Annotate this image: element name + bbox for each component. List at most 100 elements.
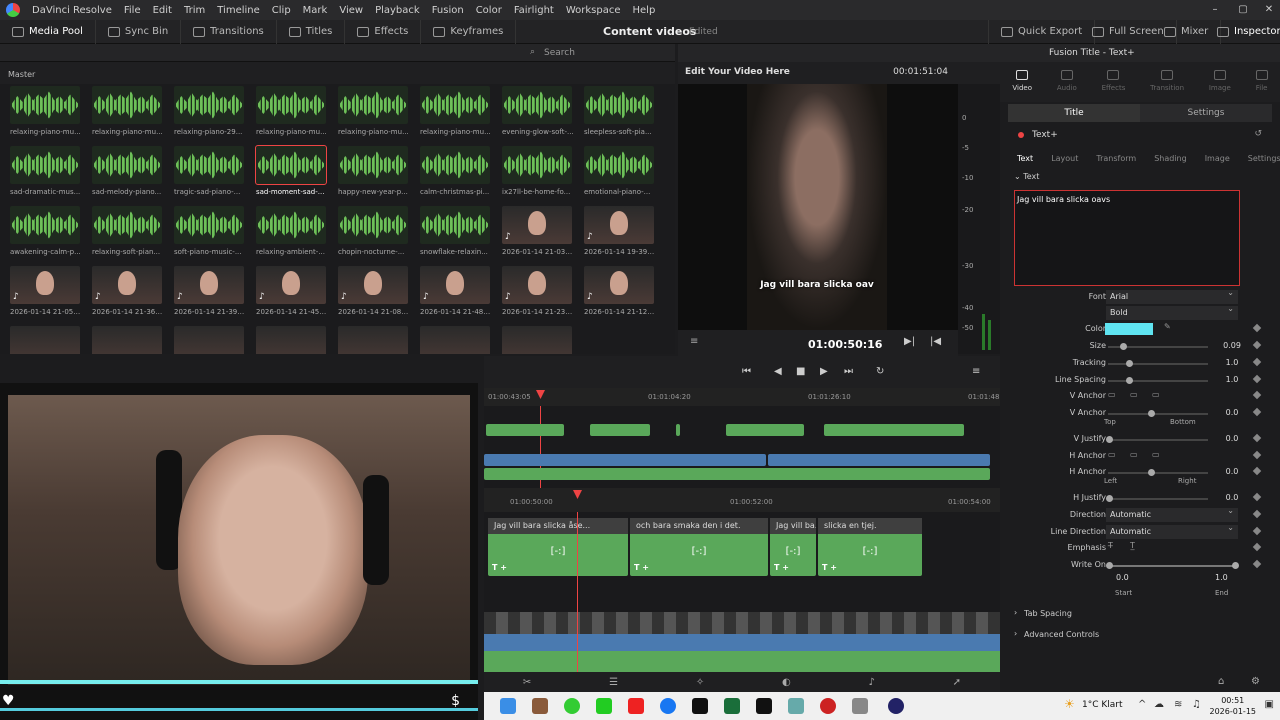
tab-image[interactable]: Image	[1209, 62, 1231, 102]
prev-frame-icon[interactable]: |◀	[930, 336, 941, 347]
media-pool-button[interactable]: Media Pool	[0, 19, 96, 44]
style-dropdown[interactable]: Bold	[1106, 304, 1238, 320]
keyframe-icon[interactable]	[1252, 390, 1262, 400]
overview-title-clip[interactable]	[676, 424, 680, 436]
video-clip-thumbnail[interactable]: ♪	[584, 266, 654, 304]
keyframe-icon[interactable]	[1252, 357, 1262, 367]
color-swatch[interactable]	[1105, 323, 1153, 335]
size-value[interactable]: 0.09	[1218, 341, 1246, 350]
direction-dropdown[interactable]: Automatic	[1106, 506, 1238, 522]
timeline-ruler-lower[interactable]: 01:00:50:00 01:00:52:00 01:00:54:00	[484, 488, 1000, 512]
menu-clip[interactable]: Clip	[266, 5, 297, 16]
tab-audio[interactable]: Audio	[1057, 62, 1077, 102]
inspector-button[interactable]: Inspector	[1205, 20, 1280, 44]
tab-video[interactable]: Video	[1012, 62, 1032, 102]
audio-clip-thumbnail[interactable]	[584, 86, 654, 124]
overview-music-clip[interactable]	[484, 468, 990, 480]
obs-icon[interactable]	[820, 698, 836, 714]
audio-clip-thumbnail[interactable]	[338, 86, 408, 124]
video-clip-thumbnail[interactable]	[502, 326, 572, 354]
audio-clip-thumbnail[interactable]	[256, 206, 326, 244]
audio-clip-thumbnail[interactable]	[174, 86, 244, 124]
viewer-title[interactable]: Edit Your Video Here	[685, 67, 790, 77]
title-clip[interactable]: Jag vill ba... [-:] T +	[770, 518, 816, 576]
title-tab[interactable]: Title	[1008, 104, 1140, 122]
audio-clip-thumbnail[interactable]	[420, 86, 490, 124]
subtab-shading[interactable]: Shading	[1145, 150, 1196, 168]
notification-icon[interactable]: ▣	[1265, 699, 1274, 710]
menu-help[interactable]: Help	[627, 5, 662, 16]
video-clip-thumbnail[interactable]	[338, 326, 408, 354]
home-icon[interactable]: ⌂	[1218, 676, 1224, 687]
settings-icon[interactable]: ≡	[690, 336, 698, 347]
rewind-icon[interactable]: ⏮	[742, 366, 751, 377]
anchor-bottom-icon[interactable]: ▭	[1152, 390, 1160, 399]
audio-clip-thumbnail[interactable]	[338, 146, 408, 184]
keyframe-icon[interactable]	[1252, 492, 1262, 502]
taskbar-clock[interactable]: 00:51 2026-01-15	[1210, 695, 1257, 717]
v-justify-knob[interactable]	[1106, 436, 1113, 443]
audio-clip-thumbnail[interactable]	[420, 206, 490, 244]
video-clip-thumbnail[interactable]: ♪	[338, 266, 408, 304]
video-clip-thumbnail[interactable]: ♪	[256, 266, 326, 304]
title-clip[interactable]: Jag vill bara slicka åse... [-:] T +	[488, 518, 628, 576]
h-anchor-value[interactable]: 0.0	[1218, 467, 1246, 476]
anchor-right-icon[interactable]: ▭	[1152, 450, 1160, 459]
app-icon[interactable]	[532, 698, 548, 714]
audio-clip-thumbnail[interactable]	[584, 146, 654, 184]
write-on-end-knob[interactable]	[1232, 562, 1239, 569]
keyframe-icon[interactable]	[1252, 433, 1262, 443]
audio-clip-thumbnail[interactable]	[174, 146, 244, 184]
capcut-icon[interactable]	[756, 698, 772, 714]
keyframe-icon[interactable]	[1252, 509, 1262, 519]
reverse-play-icon[interactable]: ◀	[774, 366, 782, 377]
subtab-text[interactable]: Text	[1008, 150, 1042, 168]
minimize-button[interactable]: –	[1202, 0, 1228, 20]
folder-icon[interactable]	[852, 698, 868, 714]
node-enable-icon[interactable]	[1018, 132, 1024, 138]
anchor-left-icon[interactable]: ▭	[1108, 450, 1116, 459]
tray-chevron-icon[interactable]: ^	[1138, 699, 1146, 710]
menu-fairlight[interactable]: Fairlight	[508, 5, 560, 16]
sync-bin-button[interactable]: Sync Bin	[96, 19, 182, 44]
menu-workspace[interactable]: Workspace	[560, 5, 627, 16]
timeline-menu-icon[interactable]: ≡	[972, 366, 980, 377]
fast-forward-icon[interactable]: ⏭	[844, 366, 853, 377]
h-anchor-slider[interactable]	[1108, 469, 1208, 476]
h-justify-value[interactable]: 0.0	[1218, 493, 1246, 502]
whatsapp-icon[interactable]	[596, 698, 612, 714]
video-viewer[interactable]: Jag vill bara slicka oav	[678, 84, 958, 330]
h-justify-slider[interactable]	[1106, 495, 1208, 502]
davinci-taskbar-icon[interactable]	[888, 698, 904, 714]
h-justify-knob[interactable]	[1106, 495, 1113, 502]
facebook-icon[interactable]	[660, 698, 676, 714]
deliver-page-icon[interactable]: ➚	[953, 677, 961, 688]
subtab-transform[interactable]: Transform	[1087, 150, 1145, 168]
menu-color[interactable]: Color	[470, 5, 508, 16]
write-on-start-value[interactable]: 0.0	[1116, 573, 1129, 582]
audio-clip-thumbnail[interactable]	[92, 146, 162, 184]
eyedropper-icon[interactable]: ✎	[1164, 322, 1171, 331]
color-page-icon[interactable]: ◐	[782, 677, 791, 688]
tab-transition[interactable]: Transition	[1150, 62, 1184, 102]
title-clip[interactable]: slicka en tjej. [-:] T +	[818, 518, 922, 576]
video-clip-thumbnail[interactable]: ♪	[502, 266, 572, 304]
timeline-ruler-upper[interactable]: 01:00:43:05 01:01:04:20 01:01:26:10 01:0…	[484, 388, 1000, 406]
write-on-slider[interactable]	[1106, 562, 1239, 569]
audio-clip-thumbnail[interactable]	[502, 86, 572, 124]
strikethrough-icon[interactable]: T̶	[1108, 541, 1113, 550]
audio-clip-thumbnail[interactable]	[10, 206, 80, 244]
video-clip-thumbnail[interactable]: ♪	[174, 266, 244, 304]
keyframe-icon[interactable]	[1252, 450, 1262, 460]
v-anchor-knob[interactable]	[1148, 410, 1155, 417]
video-clip-thumbnail[interactable]: ♪	[420, 266, 490, 304]
line-spacing-slider[interactable]	[1108, 377, 1208, 384]
write-on-end-value[interactable]: 1.0	[1215, 573, 1228, 582]
menu-fusion[interactable]: Fusion	[426, 5, 470, 16]
v-anchor-value[interactable]: 0.0	[1218, 408, 1246, 417]
keyframe-icon[interactable]	[1252, 542, 1262, 552]
line-spacing-value[interactable]: 1.0	[1218, 375, 1246, 384]
audio-clip-thumbnail[interactable]	[502, 146, 572, 184]
menu-playback[interactable]: Playback	[369, 5, 426, 16]
anchor-top-icon[interactable]: ▭	[1108, 390, 1116, 399]
